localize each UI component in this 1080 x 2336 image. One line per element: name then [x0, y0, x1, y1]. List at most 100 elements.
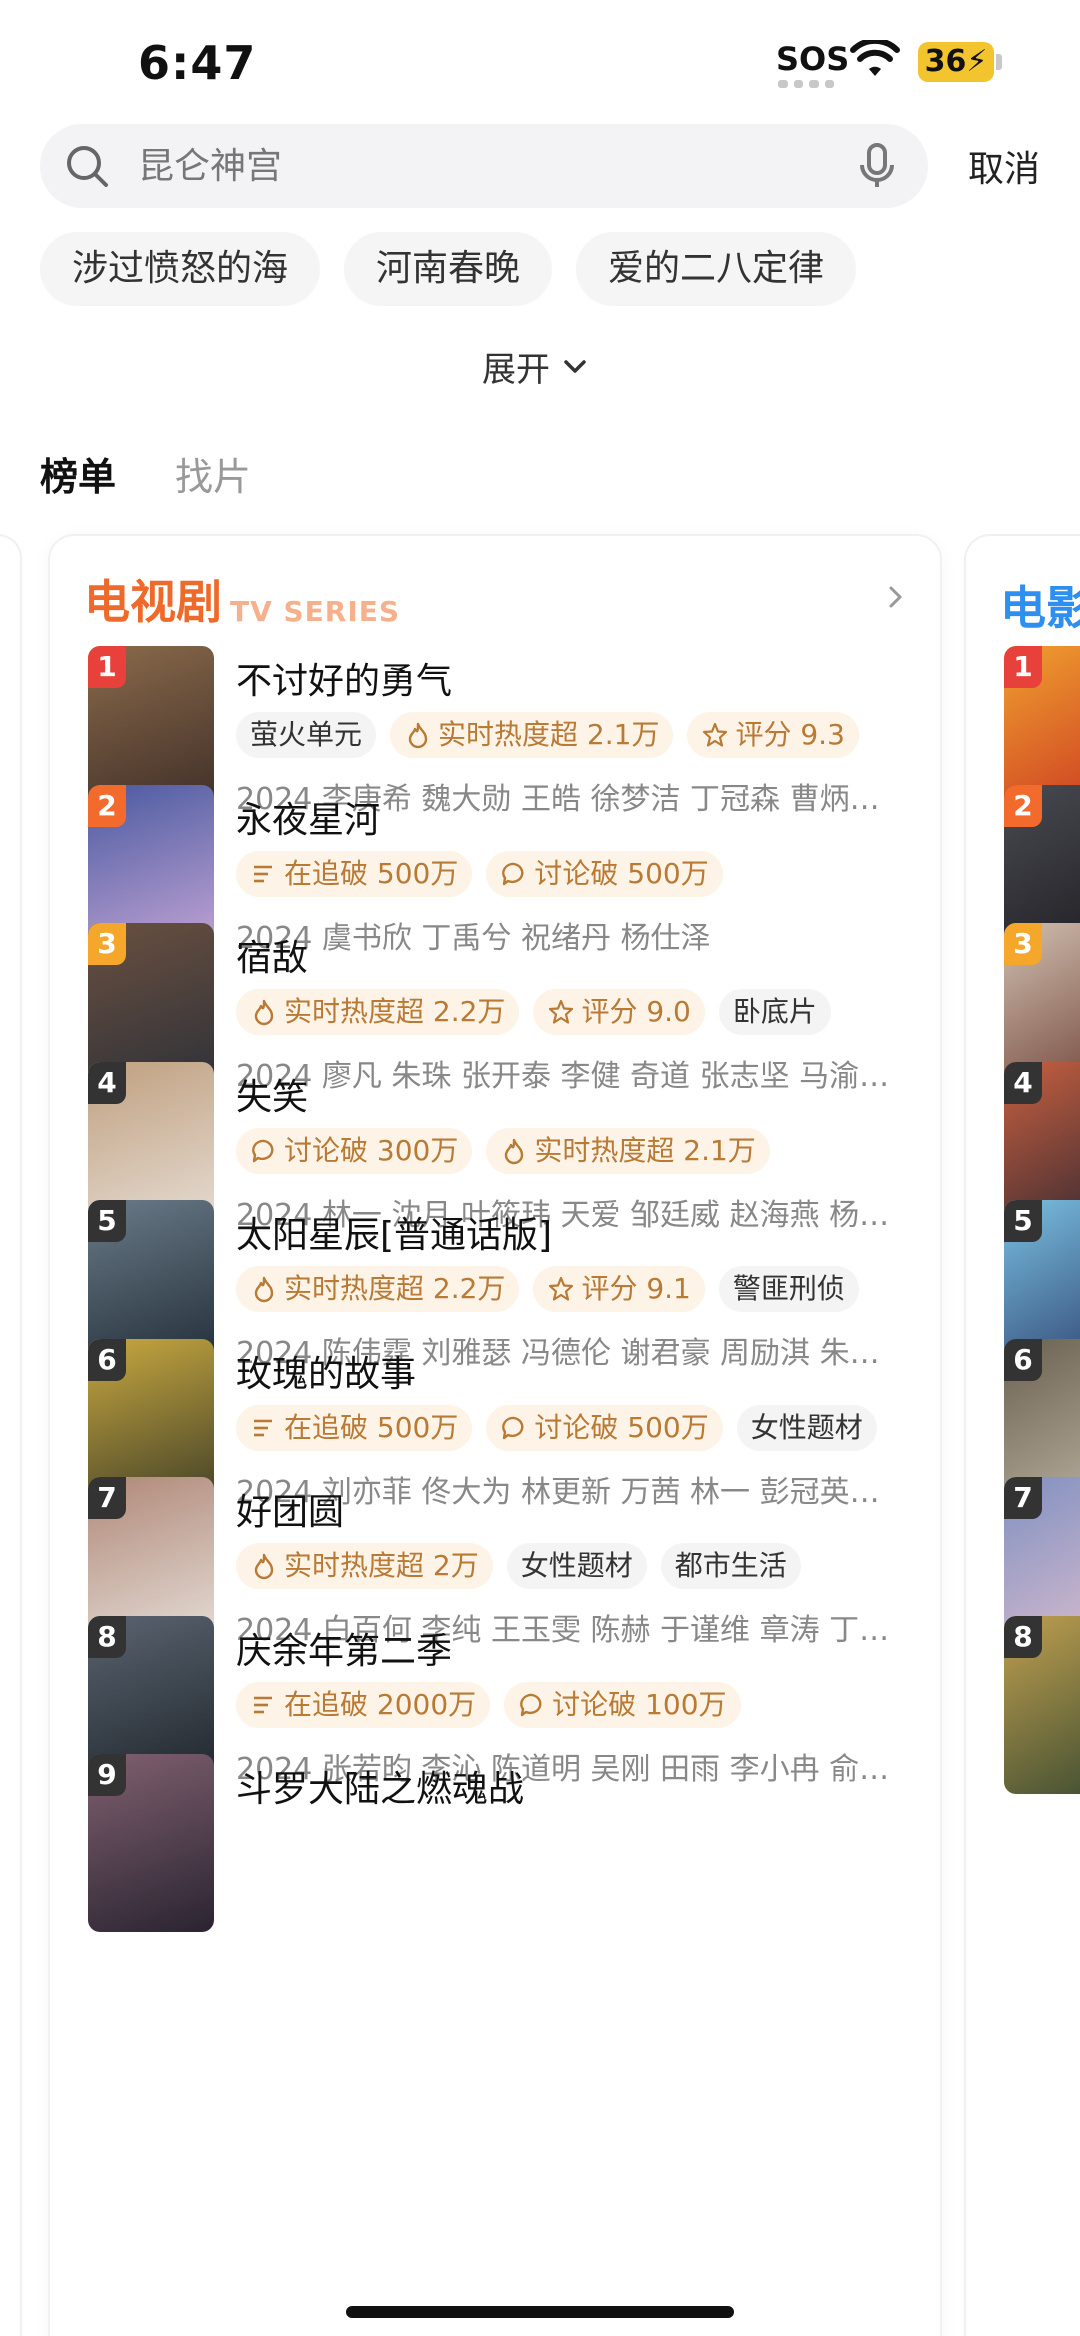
history-chip[interactable]: 爱的二八定律: [576, 232, 857, 306]
tag-label: 评分 9.0: [581, 995, 691, 1028]
rank-badge: 3: [88, 923, 126, 965]
movie-card[interactable]: 电影 1 2 3 4 5 6 7 8: [964, 534, 1080, 2336]
tag: 在追破 2000万: [236, 1681, 491, 1728]
rank-badge: 6: [1004, 1338, 1042, 1381]
show-title[interactable]: 宿敌: [236, 929, 308, 981]
previous-card-edge[interactable]: [0, 534, 22, 2336]
list-item[interactable]: 9 斗罗大陆之燃魂战: [88, 1754, 918, 1932]
tag-label: 评分 9.1: [581, 1272, 691, 1305]
tag: 评分 9.1: [533, 1266, 705, 1312]
show-title[interactable]: 太阳星辰[普通话版]: [236, 1206, 552, 1258]
show-title[interactable]: 永夜星河: [236, 791, 380, 843]
tag: 都市生活: [660, 1543, 801, 1589]
tag: 女性题材: [736, 1404, 877, 1451]
rank-badge: 5: [1004, 1200, 1042, 1242]
search-icon: [67, 146, 108, 187]
show-title[interactable]: 好团圆: [236, 1483, 344, 1535]
list-icon: [254, 1419, 272, 1436]
tag-label: 女性题材: [520, 1549, 633, 1582]
rank-badge: 8: [1004, 1615, 1042, 1658]
show-title[interactable]: 失笑: [236, 1068, 308, 1120]
tag-label: 实时热度超 2万: [284, 1549, 479, 1582]
tag-label: 在追破 500万: [284, 1410, 459, 1444]
show-title[interactable]: 不讨好的勇气: [236, 652, 452, 704]
show-title[interactable]: 斗罗大陆之燃魂战: [236, 1760, 524, 1812]
rank-badge: 2: [1004, 784, 1042, 827]
rank-badge: 3: [1004, 923, 1042, 965]
rank-badge: 9: [88, 1754, 126, 1796]
tag: 警匪刑侦: [718, 1266, 859, 1312]
tag-label: 萤火单元: [250, 718, 363, 751]
tag-label: 女性题材: [750, 1410, 863, 1444]
expand-button[interactable]: 展开: [482, 342, 590, 391]
battery-level: 36: [924, 44, 967, 79]
tag-label: 实时热度超 2.2万: [284, 995, 506, 1028]
tag-label: 实时热度超 2.1万: [438, 718, 660, 751]
poster[interactable]: 9: [88, 1754, 214, 1932]
tag-label: 都市生活: [674, 1549, 787, 1582]
tag-row: 讨论破 300万 实时热度超 2.1万: [236, 1127, 770, 1174]
wifi-icon: [850, 40, 900, 76]
flame-icon: [254, 1276, 274, 1303]
tag: 评分 9.3: [687, 712, 859, 758]
tag: 在追破 500万: [236, 1404, 473, 1451]
comment-icon: [252, 1139, 274, 1162]
rank-badge: 1: [88, 646, 126, 688]
tag: 实时热度超 2万: [236, 1543, 493, 1589]
card-header[interactable]: 电视剧 TV SERIES: [84, 572, 400, 632]
tag: 讨论破 500万: [486, 850, 723, 897]
show-title[interactable]: 庆余年第二季: [236, 1622, 452, 1674]
tab-ranking[interactable]: 榜单: [40, 446, 116, 501]
chevron-down-icon: [564, 359, 586, 373]
tag-row: 实时热度超 2.2万 评分 9.0 卧底片: [236, 989, 831, 1035]
search-bar[interactable]: [40, 124, 928, 208]
card-title: 电视剧: [84, 575, 222, 629]
tag-row: 萤火单元 实时热度超 2.1万 评分 9.3: [236, 712, 859, 758]
tag: 实时热度超 2.1万: [390, 712, 674, 758]
tag: 卧底片: [718, 989, 831, 1035]
chevron-right-icon[interactable]: [880, 582, 910, 612]
battery-icon: 36⚡: [918, 42, 994, 82]
tag-label: 讨论破 500万: [534, 1410, 709, 1444]
movie-poster[interactable]: 8: [1004, 1615, 1080, 1794]
status-bar: 6:47 SOS 36⚡: [0, 0, 1080, 120]
home-indicator[interactable]: [346, 2306, 734, 2318]
movie-card-title: 电影: [1000, 581, 1080, 635]
show-title[interactable]: 玫瑰的故事: [236, 1345, 416, 1397]
tag: 讨论破 500万: [486, 1404, 723, 1451]
tag-row: 实时热度超 2万 女性题材 都市生活: [236, 1543, 801, 1589]
tag: 实时热度超 2.1万: [486, 1127, 770, 1174]
tag-row: 在追破 2000万 讨论破 100万: [236, 1681, 741, 1728]
star-icon: [703, 722, 728, 747]
tag: 女性题材: [506, 1543, 647, 1589]
tag-label: 讨论破 100万: [552, 1687, 727, 1721]
rank-badge: 8: [88, 1615, 126, 1658]
status-time: 6:47: [138, 36, 257, 90]
rank-badge: 7: [88, 1477, 126, 1519]
tv-series-card: 电视剧 TV SERIES 1 不讨好的勇气 萤火单元 实时热度超 2.1万 评分 …: [48, 534, 942, 2336]
history-chip[interactable]: 河南春晚: [344, 232, 553, 306]
list-icon: [254, 865, 272, 882]
rank-badge: 2: [88, 784, 126, 827]
tag: 实时热度超 2.2万: [236, 1266, 520, 1312]
search-history: 涉过愤怒的海 河南春晚 爱的二八定律: [40, 232, 857, 306]
tag: 讨论破 300万: [236, 1127, 473, 1174]
history-chip[interactable]: 涉过愤怒的海: [40, 232, 321, 306]
tag-label: 在追破 2000万: [284, 1687, 477, 1721]
tag-row: 在追破 500万 讨论破 500万 女性题材: [236, 1404, 877, 1451]
list-icon: [254, 1696, 272, 1713]
tag-label: 讨论破 300万: [284, 1133, 459, 1167]
rank-badge: 5: [88, 1200, 126, 1242]
flame-icon: [254, 999, 274, 1026]
cancel-button[interactable]: 取消: [968, 140, 1040, 192]
search-input[interactable]: [138, 136, 838, 196]
tag: 实时热度超 2.2万: [236, 989, 520, 1035]
flame-icon: [408, 722, 428, 749]
tab-find[interactable]: 找片: [175, 446, 251, 501]
signal-dots-icon: [778, 80, 834, 88]
tag: 评分 9.0: [533, 989, 705, 1035]
rank-badge: 7: [1004, 1477, 1042, 1519]
rank-badge: 4: [1004, 1061, 1042, 1104]
microphone-icon[interactable]: [852, 141, 902, 191]
tag: 萤火单元: [236, 712, 377, 758]
